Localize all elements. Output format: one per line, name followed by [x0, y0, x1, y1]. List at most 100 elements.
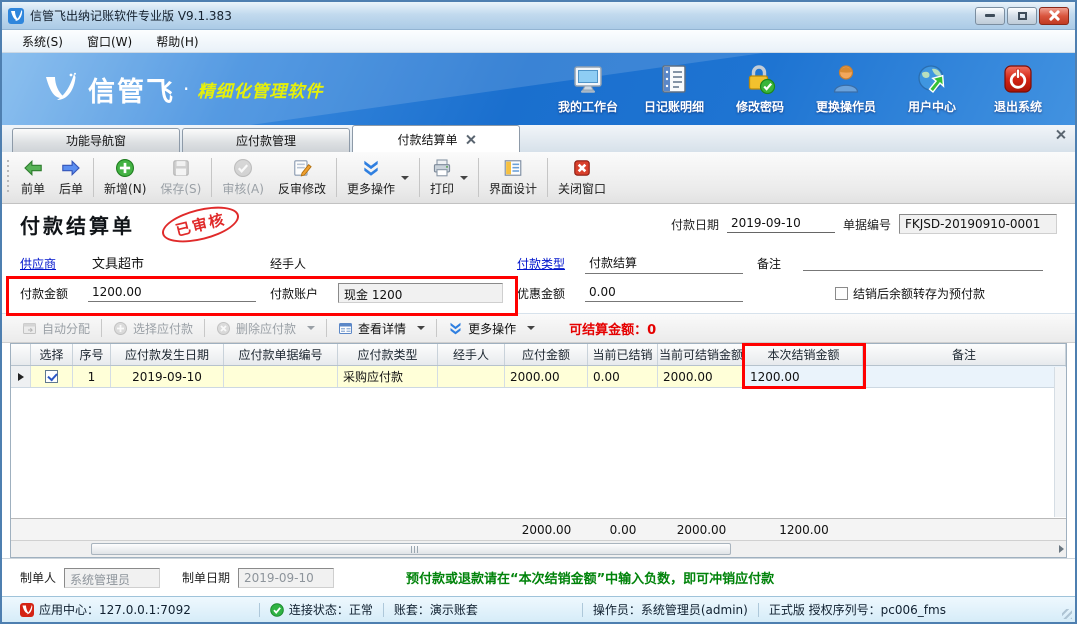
- banner-button-label: 退出系统: [994, 98, 1042, 115]
- scrollbar-thumb[interactable]: [91, 543, 731, 555]
- banner-button-label: 修改密码: [736, 98, 784, 115]
- scroll-right-arrow-icon[interactable]: [1059, 545, 1064, 553]
- vertical-scrollbar[interactable]: [1054, 367, 1066, 517]
- tab-payable-mgmt[interactable]: 应付款管理: [182, 128, 350, 152]
- menu-system[interactable]: 系统(S): [12, 31, 73, 52]
- minimize-button[interactable]: [975, 7, 1005, 25]
- col-select[interactable]: 选择: [31, 344, 73, 365]
- license-status: 正式版 授权序列号：pc006_fms: [759, 601, 956, 618]
- col-handler[interactable]: 经手人: [438, 344, 505, 365]
- toolbar-separator: [478, 158, 479, 197]
- col-settled[interactable]: 当前已结销: [588, 344, 658, 365]
- maximize-button[interactable]: [1007, 7, 1037, 25]
- auto-allocate-button[interactable]: 自动分配: [14, 317, 98, 340]
- cell-seq[interactable]: 1: [73, 366, 111, 387]
- menu-window[interactable]: 窗口(W): [77, 31, 142, 52]
- change-password-button[interactable]: 修改密码: [717, 59, 803, 119]
- menu-help[interactable]: 帮助(H): [146, 31, 208, 52]
- toolbar-separator: [336, 158, 337, 197]
- handler-label: 经手人: [270, 255, 332, 272]
- prev-doc-button[interactable]: 前单: [14, 154, 52, 201]
- cell-payable[interactable]: 2000.00: [505, 366, 588, 387]
- panel-close-icon[interactable]: [1056, 130, 1065, 139]
- dropdown-caret-icon: [417, 326, 425, 330]
- close-icon: [1049, 10, 1060, 21]
- delete-payable-button[interactable]: 删除应付款: [208, 317, 323, 340]
- col-date[interactable]: 应付款发生日期: [111, 344, 224, 365]
- detail-toolbar-separator: [101, 319, 102, 337]
- account-label: 付款账户: [270, 285, 332, 302]
- next-doc-button[interactable]: 后单: [52, 154, 90, 201]
- app-center-status: 应用中心：127.0.0.1:7092: [10, 601, 201, 618]
- row-checkbox[interactable]: [45, 370, 58, 383]
- detail-more-actions-button[interactable]: 更多操作: [440, 317, 543, 340]
- select-payable-icon: [113, 321, 128, 336]
- discount-field[interactable]: 0.00: [585, 284, 743, 302]
- select-payable-button[interactable]: 选择应付款: [105, 317, 201, 340]
- unaudit-edit-icon: [292, 158, 312, 178]
- cell-remark[interactable]: [863, 366, 1066, 387]
- view-detail-button[interactable]: 查看详情: [330, 317, 433, 340]
- cell-select[interactable]: [31, 366, 73, 387]
- col-settleable[interactable]: 当前可结销金额: [658, 344, 745, 365]
- print-button[interactable]: 打印: [423, 154, 475, 201]
- auto-allocate-icon: [22, 321, 37, 336]
- banner: 信管飞 · 精细化管理软件 我的工作台: [2, 53, 1075, 125]
- cell-settled[interactable]: 0.00: [588, 366, 658, 387]
- table-row[interactable]: 1 2019-09-10 采购应付款 2000.00 0.00 2000.00 …: [11, 366, 1066, 388]
- supplier-field[interactable]: 文具超市: [88, 252, 256, 274]
- transfer-prepay-checkbox[interactable]: [835, 287, 848, 300]
- remark-field[interactable]: [803, 255, 1043, 271]
- cell-handler[interactable]: [438, 366, 505, 387]
- toolbar-separator: [93, 158, 94, 197]
- document-title: 付款结算单: [20, 210, 135, 239]
- cell-settleable[interactable]: 2000.00: [658, 366, 745, 387]
- horizontal-scrollbar[interactable]: [11, 540, 1066, 557]
- ui-design-button[interactable]: 界面设计: [482, 154, 544, 201]
- close-window-button[interactable]: 关闭窗口: [551, 154, 613, 201]
- col-current-settle[interactable]: 本次结销金额: [745, 344, 863, 365]
- toolbar-button-label: 更多操作: [347, 180, 395, 197]
- detail-button-label: 自动分配: [42, 320, 90, 337]
- more-actions-button[interactable]: 更多操作: [340, 154, 416, 201]
- resize-grip[interactable]: [1062, 609, 1072, 619]
- audit-button[interactable]: 审核(A): [215, 154, 271, 201]
- tab-function-nav[interactable]: 功能导航窗: [12, 128, 180, 152]
- journal-detail-button[interactable]: 日记账明细: [631, 59, 717, 119]
- detail-button-label: 查看详情: [358, 320, 406, 337]
- close-button[interactable]: [1039, 7, 1069, 25]
- pay-date-field[interactable]: 2019-09-10: [727, 215, 835, 233]
- exit-system-button[interactable]: 退出系统: [975, 59, 1061, 119]
- col-payable[interactable]: 应付金额: [505, 344, 588, 365]
- switch-operator-button[interactable]: 更换操作员: [803, 59, 889, 119]
- cell-date[interactable]: 2019-09-10: [111, 366, 224, 387]
- pay-type-label[interactable]: 付款类型: [517, 255, 579, 272]
- toolbar-separator: [419, 158, 420, 197]
- col-type[interactable]: 应付款类型: [338, 344, 438, 365]
- discount-label: 优惠金额: [517, 285, 579, 302]
- tab-payment-settlement[interactable]: 付款结算单: [352, 125, 520, 152]
- user-center-button[interactable]: 用户中心: [889, 59, 975, 119]
- workstation-button[interactable]: 我的工作台: [545, 59, 631, 119]
- col-remark[interactable]: 备注: [863, 344, 1066, 365]
- tab-close-icon[interactable]: [466, 135, 475, 144]
- app-window: 信管飞出纳记账软件专业版 V9.1.383 系统(S) 窗口(W) 帮助(H) …: [0, 0, 1077, 624]
- toolbar-grip[interactable]: [4, 160, 12, 195]
- col-seq[interactable]: 序号: [73, 344, 111, 365]
- pay-type-field[interactable]: 付款结算: [585, 253, 743, 274]
- detail-toolbar-separator: [204, 319, 205, 337]
- amount-field[interactable]: 1200.00: [88, 284, 256, 302]
- handler-field[interactable]: [338, 255, 503, 271]
- unaudit-edit-button[interactable]: 反审修改: [271, 154, 333, 201]
- tab-label: 应付款管理: [236, 132, 296, 149]
- cell-doc-no[interactable]: [224, 366, 338, 387]
- close-window-icon: [572, 158, 592, 178]
- cell-current-settle[interactable]: 1200.00: [745, 366, 863, 387]
- save-button[interactable]: 保存(S): [153, 154, 208, 201]
- col-doc-no[interactable]: 应付款单据编号: [224, 344, 338, 365]
- supplier-label[interactable]: 供应商: [20, 255, 82, 272]
- add-button[interactable]: 新增(N): [97, 154, 153, 201]
- transfer-prepay-checkbox-group[interactable]: 结销后余额转存为预付款: [835, 285, 985, 302]
- cell-type[interactable]: 采购应付款: [338, 366, 438, 387]
- creator-label: 制单人: [20, 569, 56, 586]
